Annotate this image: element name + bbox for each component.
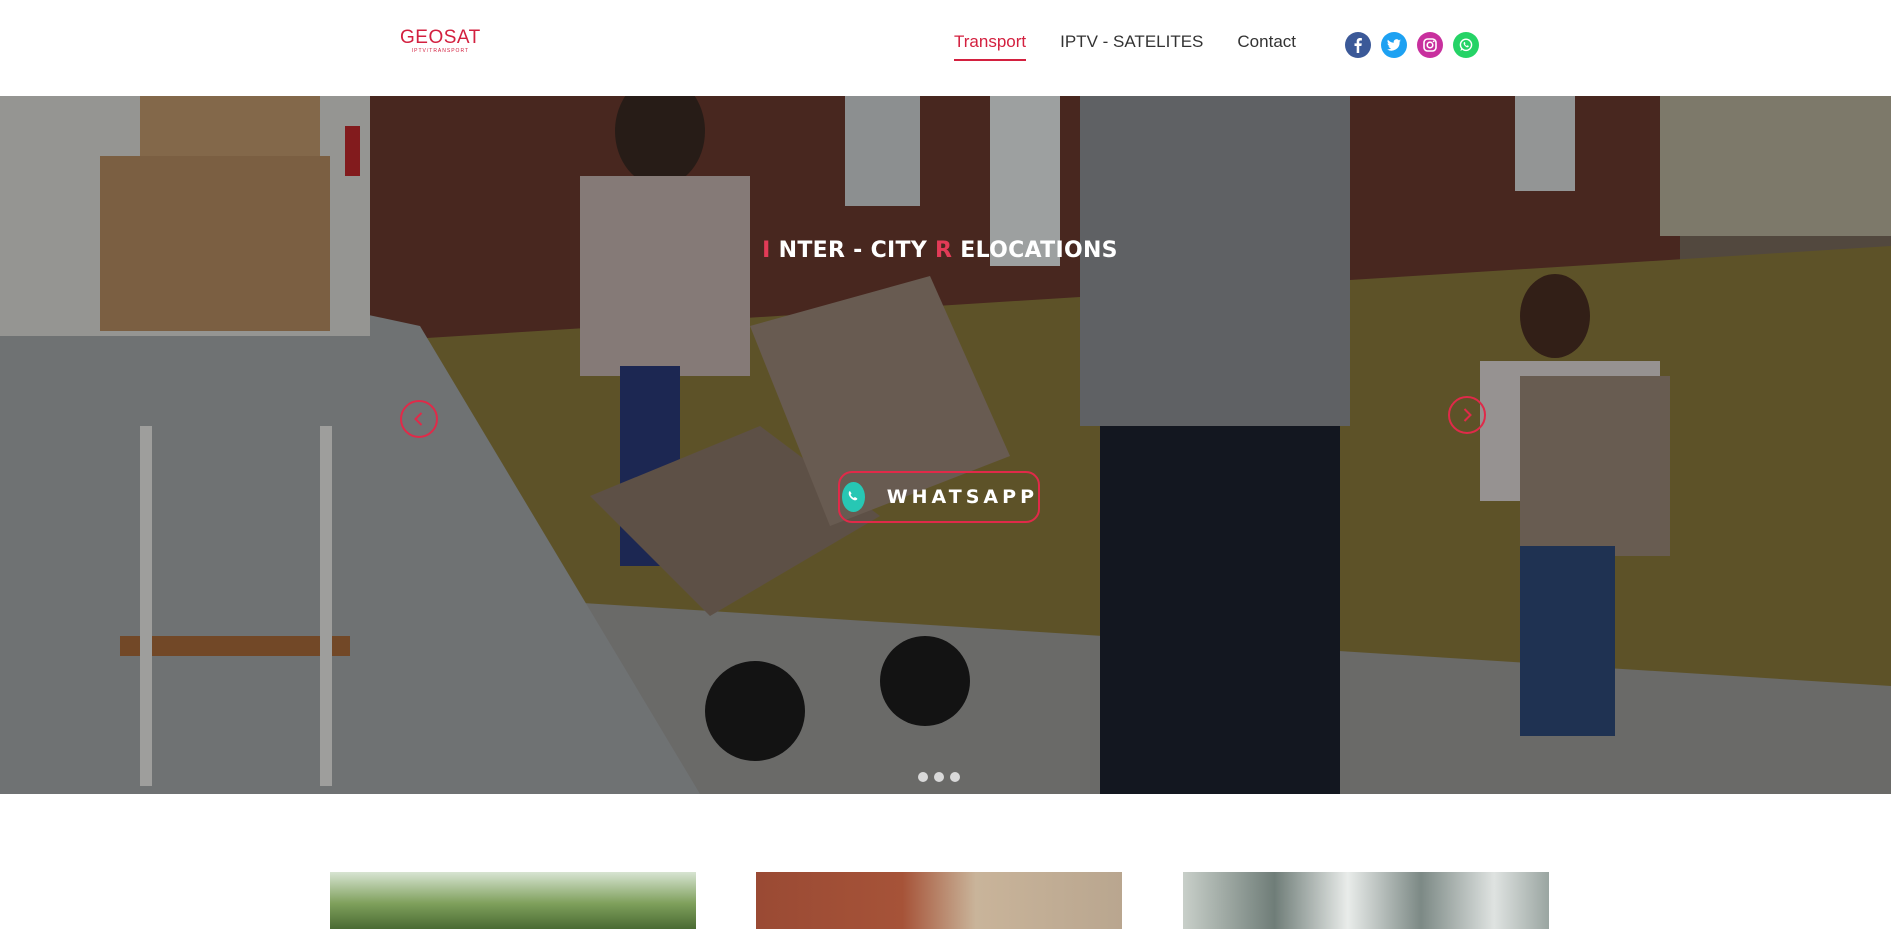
service-card-image[interactable]	[1183, 872, 1549, 929]
hero-title-part-2: ELOCATIONS	[960, 238, 1118, 263]
slider-dot[interactable]	[918, 772, 928, 782]
twitter-icon[interactable]	[1381, 32, 1407, 58]
slider-dots	[918, 772, 960, 782]
nav-contact[interactable]: Contact	[1237, 32, 1296, 61]
hero-title-initial-1: I	[762, 238, 771, 263]
social-links	[1345, 32, 1479, 58]
slider-prev-button[interactable]	[400, 400, 438, 438]
service-card-image[interactable]	[330, 872, 696, 929]
logo-subtitle: IPTV/TRANSPORT	[411, 48, 470, 54]
hero-title-initial-2: R	[935, 238, 953, 263]
site-header: GEOSAT IPTV/TRANSPORT Transport IPTV - S…	[0, 0, 1891, 96]
slider-dot[interactable]	[950, 772, 960, 782]
slider-next-button[interactable]	[1448, 396, 1486, 434]
hero-title-part-1: NTER - CITY	[778, 238, 936, 263]
whatsapp-button-label: WHATSAPP	[886, 486, 1038, 508]
hero-title: I NTER - CITY R ELOCATIONS	[0, 238, 1880, 263]
slider-dot[interactable]	[934, 772, 944, 782]
chevron-right-icon	[1463, 408, 1472, 422]
site-logo[interactable]: GEOSAT IPTV/TRANSPORT	[400, 28, 481, 55]
logo-title: GEOSAT	[400, 27, 481, 48]
main-nav: Transport IPTV - SATELITES Contact	[954, 32, 1296, 61]
chevron-left-icon	[414, 412, 423, 426]
service-cards	[0, 872, 1891, 929]
whatsapp-icon[interactable]	[1453, 32, 1479, 58]
instagram-icon[interactable]	[1417, 32, 1443, 58]
phone-icon	[842, 482, 865, 512]
hero-slider: I NTER - CITY R ELOCATIONS WHATSAPP	[0, 96, 1891, 794]
service-card-image[interactable]	[756, 872, 1122, 929]
nav-iptv-satelites[interactable]: IPTV - SATELITES	[1060, 32, 1203, 61]
hero-dark-overlay	[0, 96, 1891, 794]
whatsapp-button[interactable]: WHATSAPP	[838, 471, 1040, 523]
facebook-icon[interactable]	[1345, 32, 1371, 58]
nav-transport[interactable]: Transport	[954, 32, 1027, 61]
